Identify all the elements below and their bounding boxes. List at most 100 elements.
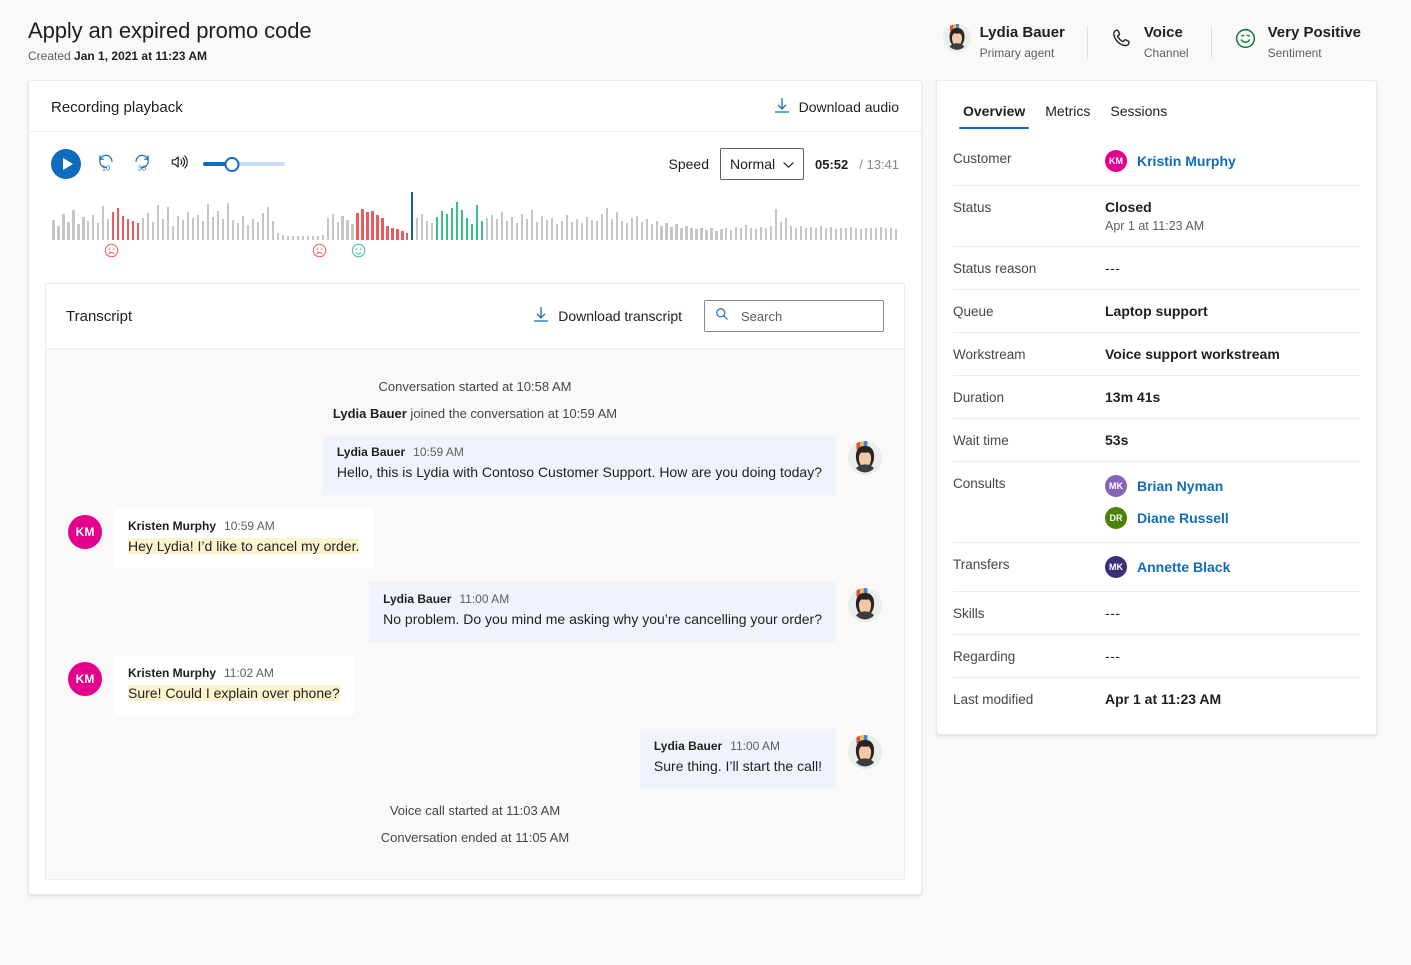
waveform-bar xyxy=(521,214,523,240)
header-left: Apply an expired promo code Created Jan … xyxy=(28,18,921,63)
waveform-bar xyxy=(621,221,623,240)
tab-metrics[interactable]: Metrics xyxy=(1037,93,1098,131)
person-entry[interactable]: DRDiane Russell xyxy=(1105,507,1360,529)
download-transcript-button[interactable]: Download transcript xyxy=(533,306,682,326)
volume-thumb[interactable] xyxy=(224,157,239,172)
tab-overview[interactable]: Overview xyxy=(955,93,1033,131)
waveform-bar xyxy=(476,205,478,240)
person-name-link[interactable]: Brian Nyman xyxy=(1137,478,1223,494)
person-name-link[interactable]: Diane Russell xyxy=(1137,510,1229,526)
waveform-bar xyxy=(162,219,164,240)
waveform-bar xyxy=(292,236,294,240)
waveform[interactable] xyxy=(51,192,899,240)
person-entry[interactable]: KM Kristin Murphy xyxy=(1105,150,1360,172)
waveform-bar xyxy=(835,229,837,240)
waveform-bar xyxy=(486,218,488,240)
svg-text:30: 30 xyxy=(138,163,146,172)
sad-face-icon[interactable] xyxy=(312,243,327,258)
detail-value: MKBrian Nyman DRDiane Russell xyxy=(1105,475,1360,529)
detail-label: Status xyxy=(953,199,1105,215)
message-text: Hello, this is Lydia with Contoso Custom… xyxy=(337,464,822,480)
waveform-playhead xyxy=(411,192,413,240)
download-transcript-label: Download transcript xyxy=(558,308,682,324)
waveform-bar xyxy=(481,221,483,240)
message-text: Sure! Could I explain over phone? xyxy=(128,685,340,701)
transcript-search[interactable] xyxy=(704,300,884,332)
waveform-bar xyxy=(820,226,822,240)
person-name-link[interactable]: Annette Black xyxy=(1137,559,1230,575)
svg-text:10: 10 xyxy=(102,163,110,172)
agent-message-bubble[interactable]: Lydia Bauer11:00 AMSure thing. I’ll star… xyxy=(640,729,836,789)
waveform-bar xyxy=(611,219,613,240)
search-icon xyxy=(715,307,729,326)
created-label: Created xyxy=(28,49,71,63)
detail-row: CustomerKM Kristin Murphy xyxy=(953,137,1360,186)
waveform-bar xyxy=(636,216,638,240)
detail-label: Customer xyxy=(953,150,1105,166)
detail-value: --- xyxy=(1105,648,1360,664)
waveform-bar xyxy=(157,205,159,240)
transcript-message: Lydia Bauer11:00 AMSure thing. I’ll star… xyxy=(68,729,882,789)
waveform-bar xyxy=(406,233,408,240)
waveform-bar xyxy=(217,211,219,240)
person-entry[interactable]: MKAnnette Black xyxy=(1105,556,1360,578)
message-author: Kristen Murphy xyxy=(128,519,216,533)
search-input[interactable] xyxy=(739,308,873,325)
waveform-bar xyxy=(327,218,329,240)
transcript-system-line: Conversation ended at 11:05 AM xyxy=(68,830,882,845)
sad-face-icon[interactable] xyxy=(104,243,119,258)
waveform-bar xyxy=(865,228,867,240)
waveform-bar xyxy=(192,218,194,240)
waveform-bar xyxy=(506,221,508,240)
waveform-bar xyxy=(626,223,628,240)
waveform-bar xyxy=(436,217,438,240)
waveform-bar xyxy=(167,207,169,240)
detail-value: KM Kristin Murphy xyxy=(1105,150,1360,172)
waveform-bar xyxy=(317,236,319,240)
message-author: Lydia Bauer xyxy=(383,592,451,606)
rewind-10-button[interactable]: 10 xyxy=(95,151,117,178)
detail-primary-value: Voice support workstream xyxy=(1105,346,1280,362)
speed-dropdown[interactable]: Normal xyxy=(720,148,804,180)
transcript-message: KMKristen Murphy10:59 AMHey Lydia! I’d l… xyxy=(68,509,882,569)
customer-message-bubble[interactable]: Kristen Murphy10:59 AMHey Lydia! I’d lik… xyxy=(114,509,373,569)
waveform-bar xyxy=(576,219,578,240)
person-entry[interactable]: MKBrian Nyman xyxy=(1105,475,1360,497)
waveform-bar xyxy=(277,233,279,240)
details-panel: OverviewMetricsSessions CustomerKM Kristi… xyxy=(936,80,1377,735)
waveform-bar xyxy=(177,216,179,240)
tab-sessions[interactable]: Sessions xyxy=(1102,93,1175,131)
download-audio-button[interactable]: Download audio xyxy=(774,97,899,117)
message-meta: Kristen Murphy10:59 AM xyxy=(128,519,359,533)
person-avatar: KM xyxy=(1105,150,1127,172)
waveform-bar xyxy=(705,230,707,240)
waveform-bar xyxy=(267,207,269,240)
happy-face-icon[interactable] xyxy=(351,243,366,258)
forward-30-button[interactable]: 30 xyxy=(131,151,153,178)
waveform-bar xyxy=(725,228,727,240)
message-author: Lydia Bauer xyxy=(654,739,722,753)
customer-message-bubble[interactable]: Kristen Murphy11:02 AM Sure! Could I expl… xyxy=(114,656,354,716)
volume-icon[interactable] xyxy=(169,152,189,177)
waveform-bar xyxy=(830,227,832,240)
waveform-bar xyxy=(122,216,124,240)
transcript-message: Lydia Bauer11:00 AMNo problem. Do you mi… xyxy=(68,582,882,642)
waveform-bar xyxy=(302,236,304,240)
agent-message-bubble[interactable]: Lydia Bauer10:59 AMHello, this is Lydia … xyxy=(323,435,836,495)
agent-message-bubble[interactable]: Lydia Bauer11:00 AMNo problem. Do you mi… xyxy=(369,582,836,642)
waveform-bar xyxy=(785,218,787,240)
volume-slider[interactable] xyxy=(203,157,285,171)
waveform-bar xyxy=(840,228,842,240)
waveform-bar xyxy=(386,226,388,240)
waveform-bar xyxy=(147,213,149,240)
waveform-bar xyxy=(715,231,717,240)
play-button[interactable] xyxy=(51,149,81,179)
waveform-bar xyxy=(541,216,543,240)
waveform-bar xyxy=(601,214,603,240)
detail-primary-value: 13m 41s xyxy=(1105,389,1160,405)
waveform-bar xyxy=(346,220,348,240)
person-name-link[interactable]: Kristin Murphy xyxy=(1137,153,1236,169)
message-meta: Kristen Murphy11:02 AM xyxy=(128,666,340,680)
waveform-bar xyxy=(237,223,239,240)
facet-main: Lydia Bauer xyxy=(980,24,1065,43)
